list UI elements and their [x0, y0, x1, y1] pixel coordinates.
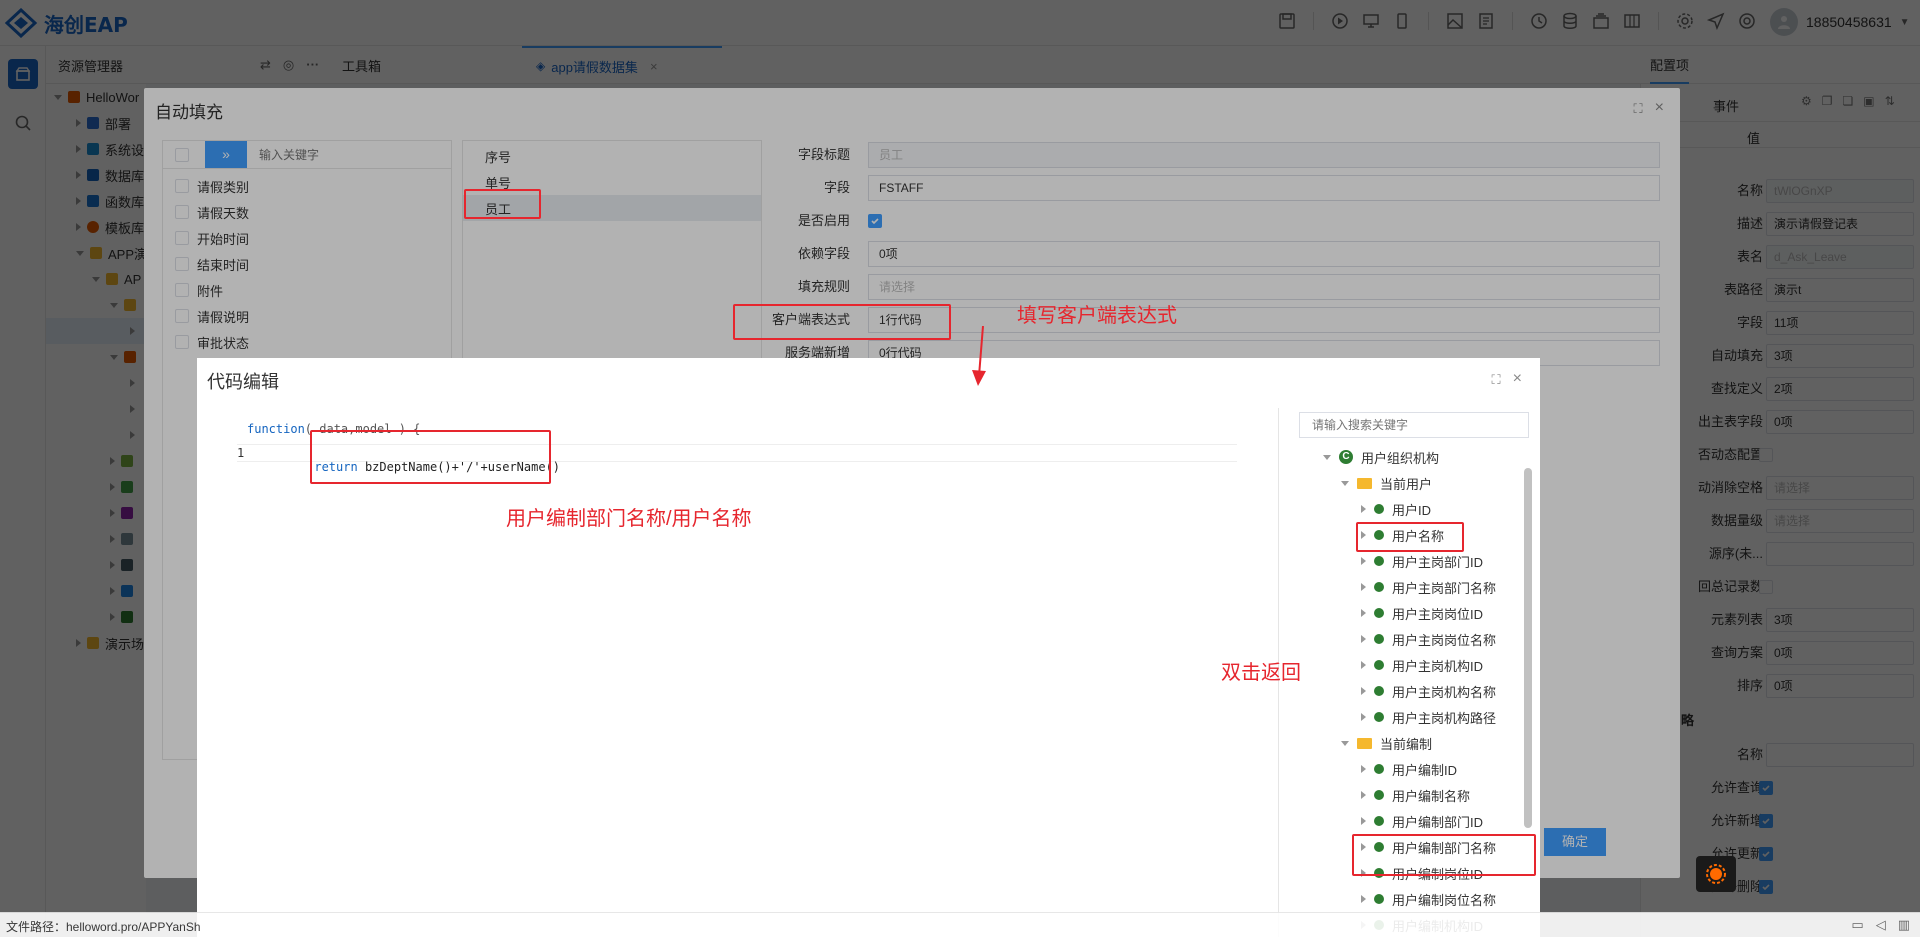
function-dot-icon	[1374, 660, 1384, 670]
function-label: 用户主岗岗位ID	[1392, 606, 1484, 622]
caret-down-icon[interactable]	[1341, 480, 1349, 486]
function-dot-icon	[1374, 712, 1384, 722]
volume-icon[interactable]: ◁	[1876, 917, 1886, 933]
function-group[interactable]: 当前用户	[1341, 470, 1432, 496]
assistant-widget[interactable]	[1696, 856, 1736, 892]
function-dot-icon	[1374, 816, 1384, 826]
caret-right-icon[interactable]	[1361, 609, 1366, 617]
function-label: 用户ID	[1392, 502, 1432, 518]
caret-right-icon[interactable]	[1361, 791, 1366, 799]
annotation-fill-client: 填写客户端表达式	[1017, 305, 1177, 327]
caret-down-icon[interactable]	[1341, 740, 1349, 746]
caret-right-icon[interactable]	[1361, 583, 1366, 591]
function-item[interactable]: 用户主岗机构路径	[1361, 704, 1496, 730]
annotation-arrow-icon	[972, 326, 986, 386]
caret-down-icon[interactable]	[1323, 454, 1331, 460]
function-item[interactable]: 用户主岗机构名称	[1361, 678, 1496, 704]
folder-icon	[1357, 477, 1372, 489]
monitor-icon[interactable]: ▭	[1851, 917, 1863, 933]
function-label: 用户组织机构	[1361, 450, 1440, 466]
annotation-box-dept-name	[1352, 834, 1536, 876]
function-dot-icon	[1374, 504, 1384, 514]
function-keyword: function	[247, 422, 305, 436]
function-item[interactable]: 用户主岗岗位ID	[1361, 600, 1483, 626]
function-dot-icon	[1374, 582, 1384, 592]
function-search-input[interactable]	[1299, 412, 1529, 438]
caret-right-icon[interactable]	[1361, 687, 1366, 695]
function-dot-icon	[1374, 608, 1384, 618]
function-item[interactable]: 用户ID	[1361, 496, 1431, 522]
caret-right-icon[interactable]	[1361, 661, 1366, 669]
function-label: 当前编制	[1380, 736, 1433, 752]
annotation-double-click: 双击返回	[1221, 662, 1301, 684]
function-dot-icon	[1374, 634, 1384, 644]
function-item[interactable]: 用户主岗部门名称	[1361, 574, 1496, 600]
function-label: 当前用户	[1380, 476, 1433, 492]
function-label: 用户编制部门ID	[1392, 814, 1484, 830]
status-tools: ▭ ◁ ▥	[1851, 917, 1910, 933]
caret-right-icon[interactable]	[1361, 895, 1366, 903]
function-label: 用户主岗岗位名称	[1392, 632, 1497, 648]
function-dot-icon	[1374, 790, 1384, 800]
caret-right-icon[interactable]	[1361, 505, 1366, 513]
function-label: 用户主岗机构ID	[1392, 658, 1484, 674]
caret-right-icon[interactable]	[1361, 713, 1366, 721]
function-group[interactable]: 当前编制	[1341, 730, 1432, 756]
code-editor-area[interactable]: function( data,model ) { 1 return bzDept…	[197, 408, 1279, 937]
function-item[interactable]: 用户编制部门ID	[1361, 808, 1483, 834]
function-group[interactable]: C 用户组织机构	[1323, 444, 1439, 470]
function-label: 用户主岗机构名称	[1392, 684, 1497, 700]
function-item[interactable]: 用户主岗机构ID	[1361, 652, 1483, 678]
function-label: 用户主岗部门ID	[1392, 554, 1484, 570]
function-label: 用户编制岗位名称	[1392, 892, 1497, 908]
function-label: 用户主岗机构路径	[1392, 710, 1497, 726]
caret-right-icon[interactable]	[1361, 635, 1366, 643]
category-icon: C	[1339, 450, 1353, 464]
caret-right-icon[interactable]	[1361, 817, 1366, 825]
function-dot-icon	[1374, 894, 1384, 904]
annotation-dept-user: 用户编制部门名称/用户名称	[506, 508, 752, 530]
file-path: 文件路径：helloword.pro/APPYanSh	[6, 920, 201, 934]
caret-right-icon[interactable]	[1361, 557, 1366, 565]
sun-gear-icon	[1706, 864, 1726, 884]
function-item[interactable]: 用户编制ID	[1361, 756, 1457, 782]
tree-scrollbar[interactable]	[1524, 468, 1532, 828]
function-item[interactable]: 用户编制名称	[1361, 782, 1470, 808]
status-bar: 文件路径：helloword.pro/APPYanSh ▭ ◁ ▥	[0, 912, 1920, 937]
code-editor-controls: ⛶ ×	[1492, 371, 1522, 388]
annotation-box-user-name	[1356, 522, 1464, 552]
function-dot-icon	[1374, 556, 1384, 566]
sidebar-icon[interactable]: ▥	[1898, 917, 1910, 933]
function-item[interactable]: 用户编制岗位名称	[1361, 886, 1496, 912]
line-number: 1	[237, 446, 245, 460]
function-dot-icon	[1374, 764, 1384, 774]
annotation-box-employee	[464, 189, 541, 219]
function-label: 用户编制ID	[1392, 762, 1458, 778]
caret-right-icon[interactable]	[1361, 765, 1366, 773]
annotation-box-client-expr	[733, 304, 951, 340]
code-editor-title: 代码编辑	[207, 372, 279, 392]
maximize-icon[interactable]: ⛶	[1492, 372, 1501, 388]
function-label: 用户主岗部门名称	[1392, 580, 1497, 596]
close-icon[interactable]: ×	[1513, 371, 1522, 388]
function-label: 用户编制名称	[1392, 788, 1471, 804]
function-item[interactable]: 用户主岗岗位名称	[1361, 626, 1496, 652]
annotation-box-code	[310, 430, 551, 484]
function-dot-icon	[1374, 686, 1384, 696]
folder-icon	[1357, 737, 1372, 749]
